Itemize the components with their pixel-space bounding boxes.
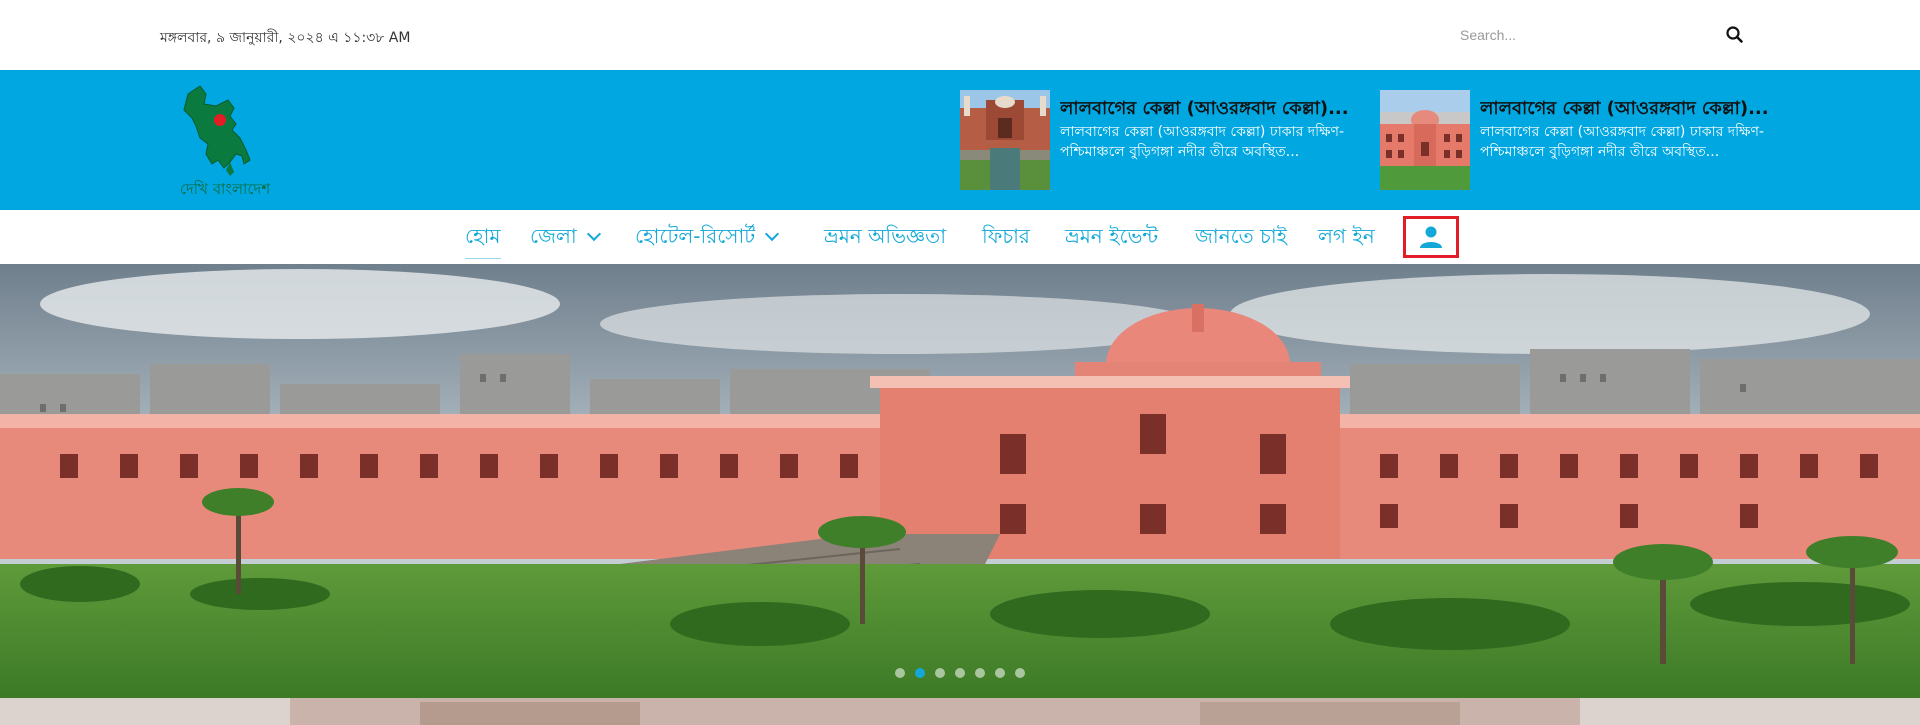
nav-item-districts[interactable]: জেলা [530, 222, 601, 255]
hero-slider[interactable] [0, 264, 1920, 698]
slider-dot[interactable] [935, 668, 945, 678]
site-logo[interactable]: দেখি বাংলাদেশ [170, 80, 280, 204]
user-icon [1420, 226, 1442, 248]
slider-dot[interactable] [975, 668, 985, 678]
post-thumbnail[interactable] [1380, 90, 1470, 190]
slider-dot[interactable] [915, 668, 925, 678]
section-background-image [0, 698, 1920, 725]
featured-post[interactable]: লালবাগের কেল্লা (আওরঙ্গবাদ কেল্লা)... লা… [1380, 90, 1820, 190]
top-bar: মঙ্গলবার, ৯ জানুয়ারী, ২০২৪ এ ১১:৩৮ AM [0, 0, 1920, 70]
user-account-button[interactable] [1403, 216, 1459, 258]
nav-item-label: হোম [465, 224, 501, 248]
nav-item-want-to-know[interactable]: জানতে চাই [1195, 222, 1287, 255]
nav-item-login[interactable]: লগ ইন [1318, 222, 1375, 255]
nav-item-label: ভ্রমন অভিজ্ঞতা [824, 224, 946, 248]
nav-item-home[interactable]: হোম [465, 222, 501, 259]
slider-dot[interactable] [995, 668, 1005, 678]
nav-item-label: হোটেল-রিসোর্ট [635, 224, 756, 248]
chevron-down-icon [765, 226, 780, 242]
nav-item-label: জেলা [530, 224, 577, 248]
post-excerpt: লালবাগের কেল্লা (আওরঙ্গবাদ কেল্লা) ঢাকার… [1480, 124, 1765, 160]
post-title[interactable]: লালবাগের কেল্লা (আওরঙ্গবাদ কেল্লা)... [1480, 94, 1810, 125]
nav-item-label: জানতে চাই [1195, 224, 1288, 248]
nav-item-feature[interactable]: ফিচার [982, 222, 1030, 255]
current-date: মঙ্গলবার, ৯ জানুয়ারী, ২০২৪ এ ১১:৩৮ AM [160, 30, 411, 46]
nav-item-travel-experience[interactable]: ভ্রমন অভিজ্ঞতা [824, 222, 946, 255]
bangladesh-map-icon [183, 85, 251, 176]
slider-dot[interactable] [895, 668, 905, 678]
nav-item-label: ফিচার [982, 224, 1030, 248]
search-input[interactable] [1450, 18, 1720, 52]
featured-post[interactable]: লালবাগের কেল্লা (আওরঙ্গবাদ কেল্লা)... লা… [960, 90, 1400, 190]
site-header: দেখি বাংলাদেশ লালবাগের কেল্লা (আওরঙ্গবাদ… [0, 70, 1920, 210]
chevron-down-icon [586, 226, 601, 242]
next-section-preview [0, 698, 1920, 725]
search-icon[interactable] [1722, 22, 1748, 48]
nav-item-travel-event[interactable]: ভ্রমন ইভেন্ট [1065, 222, 1158, 255]
slide-image-ahsan-manzil [0, 264, 1920, 698]
nav-item-label: লগ ইন [1318, 224, 1375, 248]
nav-item-label: ভ্রমন ইভেন্ট [1065, 224, 1159, 248]
nav-item-hotel-resort[interactable]: হোটেল-রিসোর্ট [635, 222, 780, 255]
post-excerpt: লালবাগের কেল্লা (আওরঙ্গবাদ কেল্লা) ঢাকার… [1060, 124, 1345, 160]
slider-dot[interactable] [955, 668, 965, 678]
slider-dot[interactable] [1015, 668, 1025, 678]
logo-text: দেখি বাংলাদেশ [179, 180, 271, 198]
post-thumbnail[interactable] [960, 90, 1050, 190]
main-navigation: হোম জেলা হোটেল-রিসোর্ট ভ্রমন অভিজ্ঞতা ফি… [0, 210, 1920, 264]
post-title[interactable]: লালবাগের কেল্লা (আওরঙ্গবাদ কেল্লা)... [1060, 94, 1390, 125]
search-box [1450, 18, 1760, 52]
